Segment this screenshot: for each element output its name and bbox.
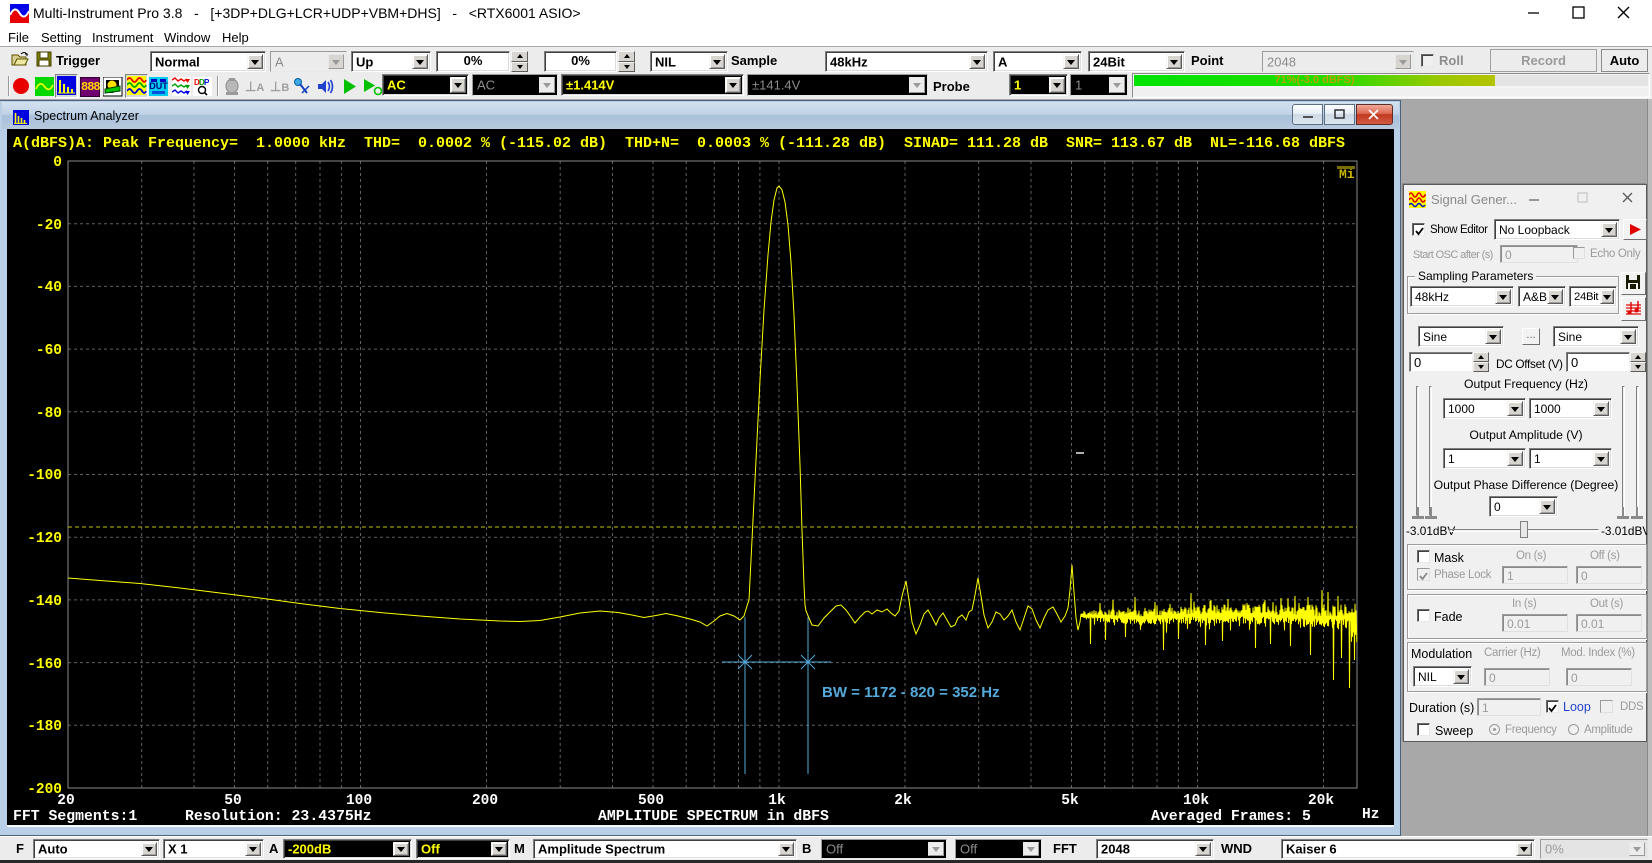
- svg-text:-140: -140: [27, 594, 62, 610]
- svg-text:Mi: Mi: [1339, 167, 1355, 182]
- svg-text:Hz: Hz: [1362, 807, 1379, 823]
- svg-text:500: 500: [638, 793, 664, 809]
- svg-text:5k: 5k: [1061, 793, 1079, 809]
- svg-text:-180: -180: [27, 719, 62, 735]
- svg-text:P: P: [204, 78, 210, 87]
- svg-text:100: 100: [346, 793, 372, 809]
- svg-text:-40: -40: [36, 280, 62, 296]
- svg-text:A(dBFS)A: Peak Frequency= 1.0: A(dBFS)A: Peak Frequency= 1.0000 kHz THD…: [13, 135, 1345, 152]
- svg-text:1k: 1k: [768, 793, 786, 809]
- svg-text:FFT Segments:1: FFT Segments:1: [13, 809, 137, 823]
- svg-text:DUT: DUT: [149, 81, 168, 91]
- svg-text:2k: 2k: [894, 793, 912, 809]
- svg-text:BW = 1172 - 820 = 352 Hz: BW = 1172 - 820 = 352 Hz: [822, 684, 1000, 701]
- svg-text:20k: 20k: [1308, 793, 1334, 809]
- svg-text:200: 200: [472, 793, 498, 809]
- svg-text:Averaged Frames: 5: Averaged Frames: 5: [1151, 809, 1311, 823]
- svg-text:Resolution: 23.4375Hz: Resolution: 23.4375Hz: [185, 809, 371, 823]
- svg-text:-120: -120: [27, 531, 62, 547]
- svg-text:AMPLITUDE SPECTRUM in dBFS: AMPLITUDE SPECTRUM in dBFS: [598, 809, 829, 823]
- svg-text:50: 50: [224, 793, 241, 809]
- svg-text:0: 0: [53, 155, 62, 171]
- svg-text:20: 20: [57, 793, 74, 809]
- svg-text:-100: -100: [27, 468, 62, 484]
- svg-text:-160: -160: [27, 657, 62, 673]
- svg-text:-80: -80: [36, 406, 62, 422]
- svg-text:-60: -60: [36, 343, 62, 359]
- svg-text:10k: 10k: [1183, 793, 1209, 809]
- svg-text:-20: -20: [36, 218, 62, 234]
